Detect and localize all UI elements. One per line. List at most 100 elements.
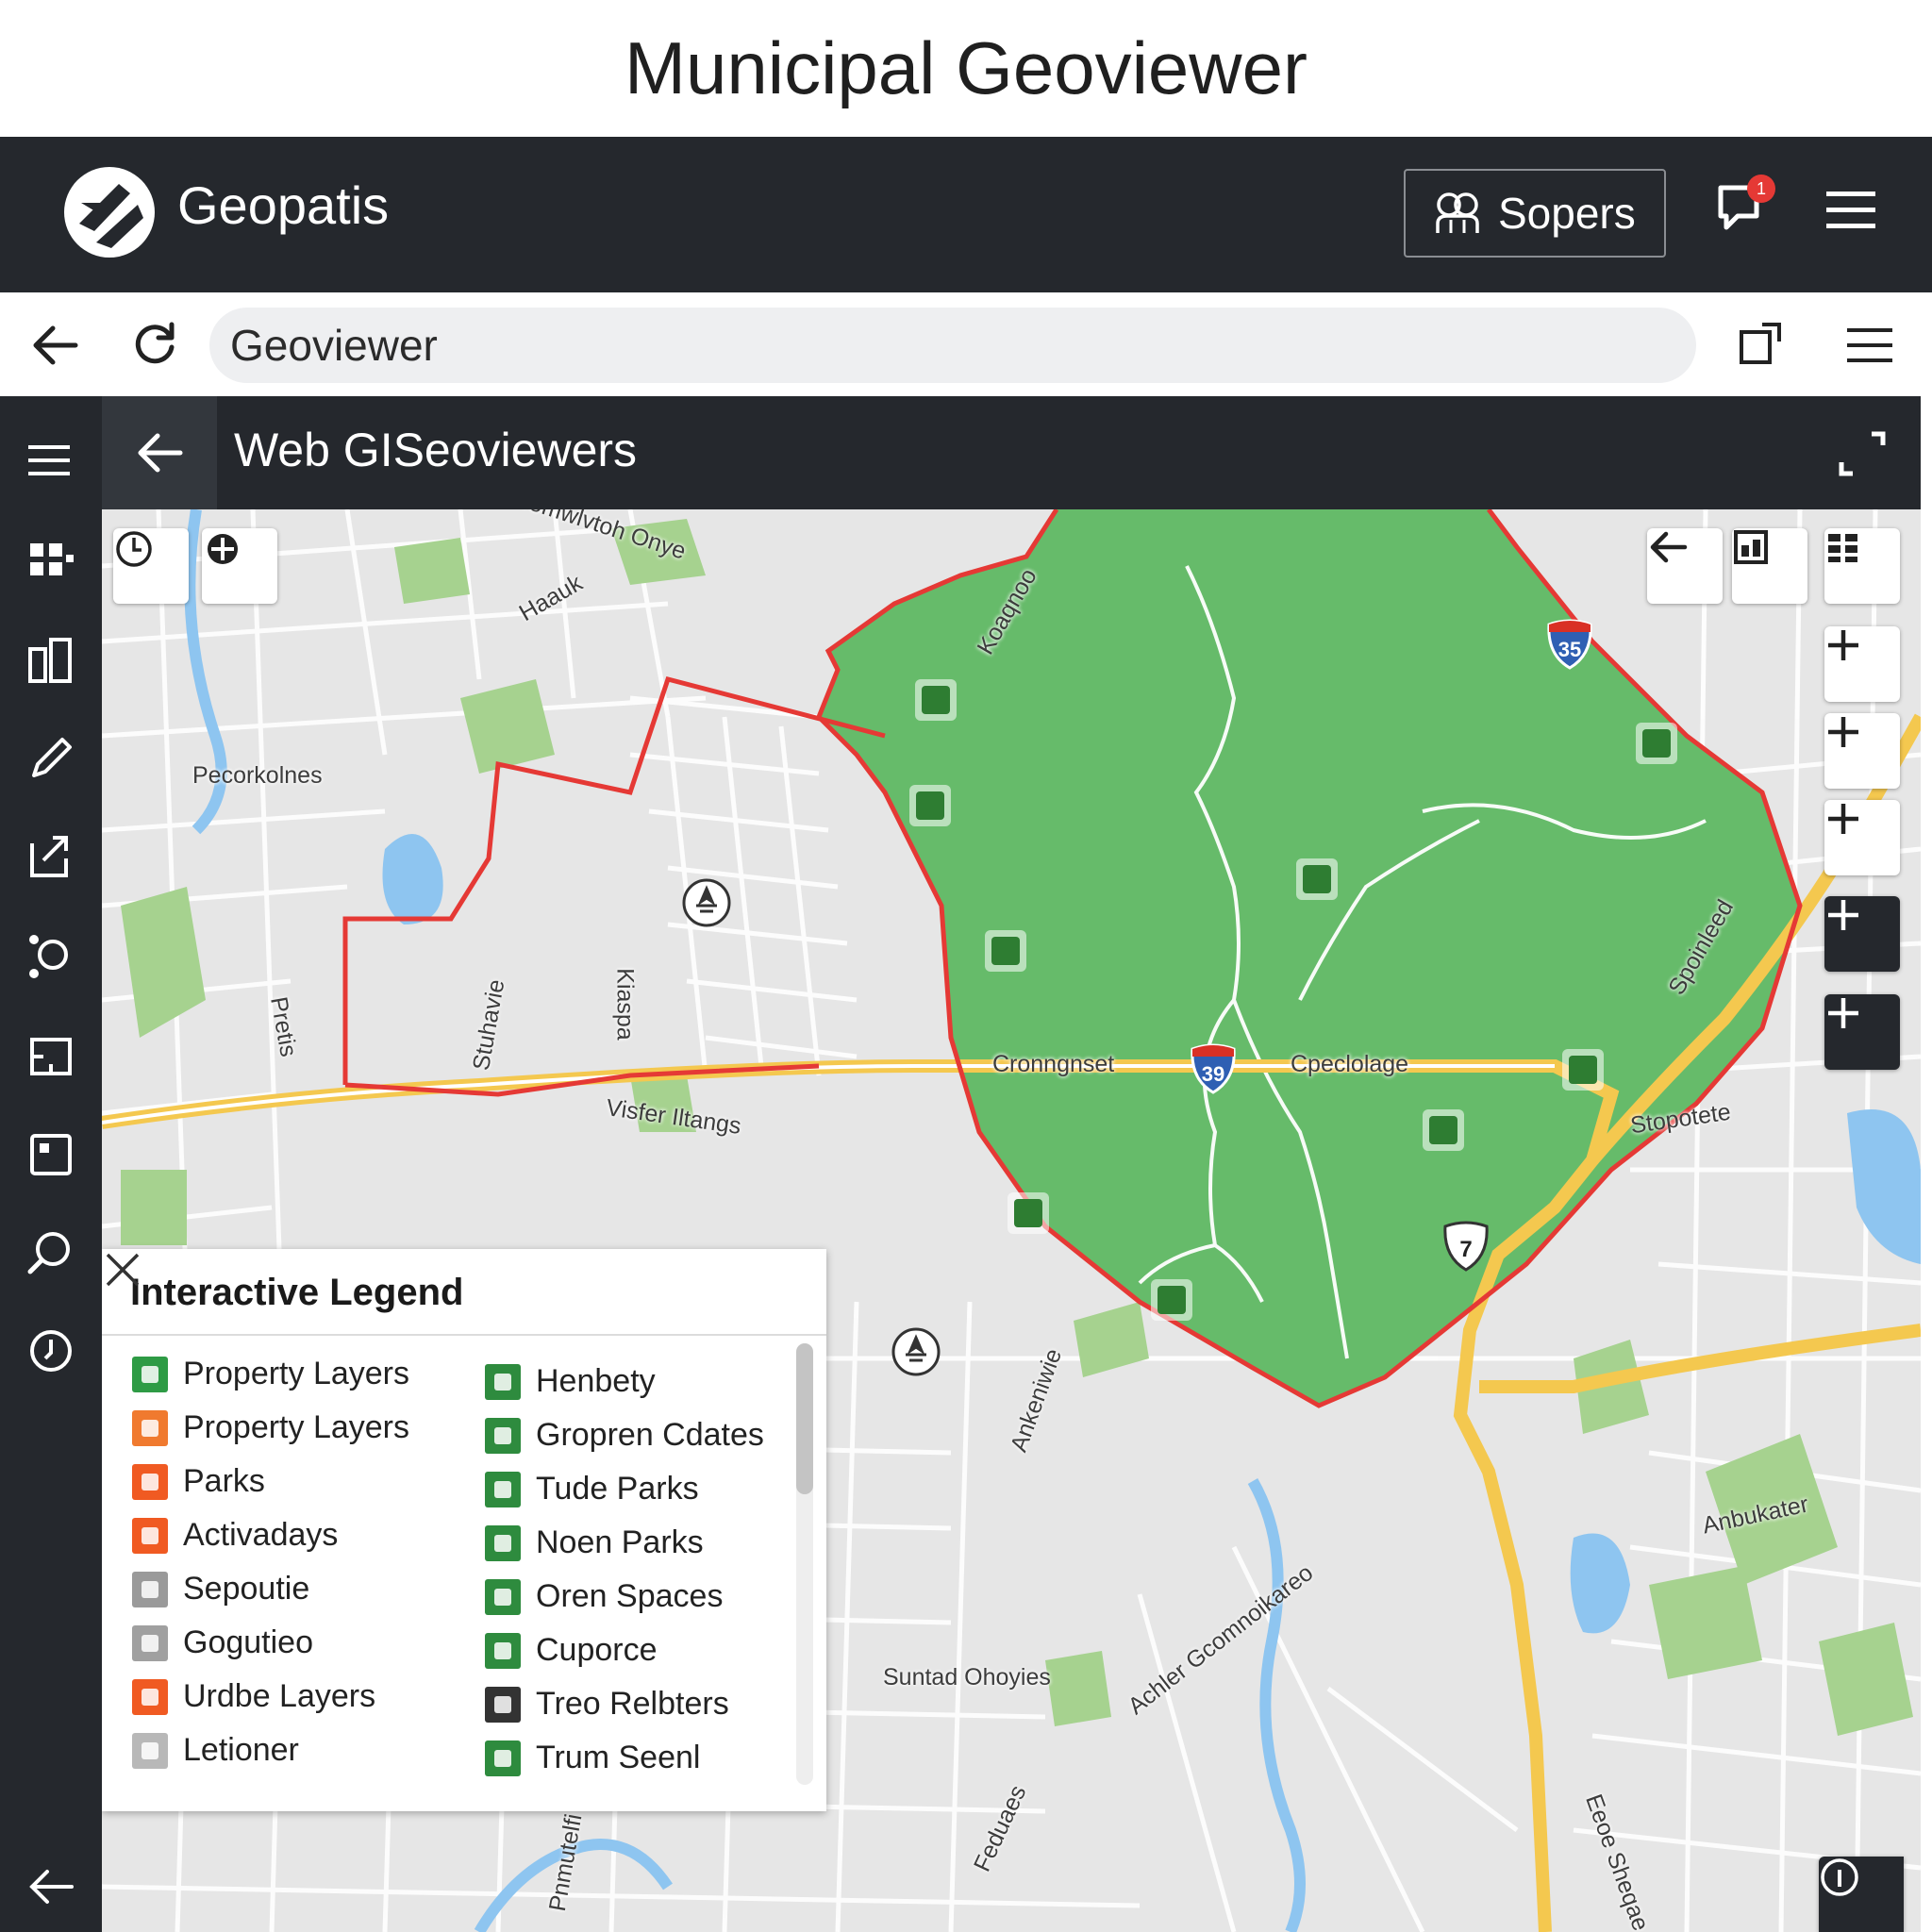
node-link-icon[interactable] — [25, 930, 77, 983]
park-marker-icon[interactable] — [1008, 1192, 1049, 1234]
pencil-icon[interactable] — [25, 732, 77, 785]
legend-item[interactable]: Noen Parks — [485, 1516, 764, 1570]
legend-item[interactable]: Parks — [132, 1455, 409, 1508]
landmark-marker-icon[interactable] — [891, 1326, 941, 1377]
address-bar[interactable]: Geoviewer — [209, 308, 1696, 383]
park-marker-icon[interactable] — [1562, 1049, 1604, 1091]
legend-swatch-icon — [132, 1571, 168, 1607]
legend-glyph — [494, 1695, 511, 1713]
app-header: Geopatis Sopers 1 — [0, 137, 1932, 292]
building-icon[interactable] — [25, 634, 77, 687]
hamburger-menu-icon[interactable] — [1824, 182, 1877, 239]
collapse-arrow-icon[interactable] — [25, 1860, 77, 1913]
park-marker-icon[interactable] — [985, 930, 1026, 972]
zoom-in-button[interactable] — [1824, 626, 1900, 702]
legend-item[interactable]: Letioner — [132, 1724, 409, 1777]
info-button[interactable] — [1819, 1857, 1904, 1932]
landmark-marker-icon[interactable] — [681, 877, 732, 928]
legend-glyph — [142, 1526, 158, 1544]
zoom-in-button[interactable] — [1824, 800, 1900, 875]
legend-glyph — [494, 1534, 511, 1552]
interstate-shield-icon: 35 — [1547, 619, 1592, 670]
page-title: Municipal Geoviewer — [0, 0, 1932, 137]
print-map-icon[interactable] — [25, 1128, 77, 1181]
close-icon[interactable] — [102, 1249, 143, 1291]
legend-item[interactable]: Sepoutie — [132, 1562, 409, 1616]
browser-menu-icon[interactable] — [1845, 323, 1894, 368]
back-arrow-icon — [138, 433, 183, 473]
legend-swatch-icon — [485, 1524, 521, 1561]
users-icon — [1436, 192, 1479, 233]
legend-item[interactable]: Oren Spaces — [485, 1570, 764, 1624]
park-marker-icon[interactable] — [1296, 858, 1338, 900]
layout-icon — [1734, 530, 1768, 564]
map-label: Suntad Ohoyies — [883, 1664, 1051, 1690]
park-marker-icon[interactable] — [1423, 1109, 1464, 1151]
legend-scrollbar[interactable] — [796, 1343, 813, 1785]
legend-swatch-icon — [132, 1463, 168, 1500]
legend-item[interactable]: Henbety — [485, 1355, 764, 1408]
info-icon — [1821, 1858, 1858, 1896]
park-marker-icon[interactable] — [1151, 1279, 1192, 1321]
legend-item[interactable]: Trum Seenl — [485, 1731, 764, 1785]
legend-glyph — [142, 1419, 158, 1437]
search-icon[interactable] — [25, 1226, 77, 1279]
legend-item[interactable]: Activadays — [132, 1508, 409, 1562]
map-label: Kiaspa — [611, 968, 639, 1041]
park-marker-icon[interactable] — [915, 679, 957, 721]
legend-swatch-icon — [485, 1363, 521, 1400]
map-locate-button[interactable] — [202, 528, 277, 604]
history-icon[interactable] — [25, 1324, 77, 1377]
map-back-button[interactable] — [1647, 528, 1723, 604]
sopers-button[interactable]: Sopers — [1404, 169, 1666, 258]
legend-item[interactable]: Property Layers — [132, 1347, 409, 1401]
interstate-shield-icon: 39 — [1191, 1043, 1236, 1094]
legend-glyph — [494, 1641, 511, 1659]
zoom-in-button[interactable] — [1824, 896, 1900, 972]
legend-glyph — [494, 1588, 511, 1606]
app-logo-icon[interactable] — [62, 165, 157, 259]
notification-badge: 1 — [1747, 175, 1775, 203]
legend-item[interactable]: Cuporce — [485, 1624, 764, 1677]
legend-glyph — [494, 1749, 511, 1767]
browser-toolbar: Geoviewer — [0, 292, 1932, 396]
shield-number: 39 — [1202, 1062, 1224, 1086]
legend-item[interactable]: Gogutieo — [132, 1616, 409, 1670]
panel-title: Web GISeoviewers — [234, 424, 638, 476]
legend-item[interactable]: Property Layers — [132, 1401, 409, 1455]
map-layout-button[interactable] — [1732, 528, 1807, 604]
legend-scrollbar-thumb[interactable] — [796, 1343, 813, 1494]
crosshair-icon — [208, 534, 238, 564]
measure-icon[interactable] — [25, 1030, 77, 1083]
legend-swatch-icon — [132, 1517, 168, 1554]
legend-glyph — [142, 1580, 158, 1598]
zoom-in-button[interactable] — [1824, 713, 1900, 789]
map-history-button[interactable] — [113, 528, 189, 604]
map-grid-button[interactable] — [1824, 528, 1900, 604]
park-marker-icon[interactable] — [909, 785, 951, 826]
plus-icon — [1828, 717, 1858, 747]
reload-icon[interactable] — [130, 319, 179, 368]
legend-item[interactable]: Tude Parks — [485, 1462, 764, 1516]
sidebar-menu-icon[interactable] — [25, 434, 77, 487]
legend-swatch-icon — [485, 1417, 521, 1454]
share-icon[interactable] — [25, 830, 77, 883]
legend-glyph — [494, 1373, 511, 1391]
zoom-in-button[interactable] — [1824, 994, 1900, 1070]
legend-item[interactable]: Urdbe Layers — [132, 1670, 409, 1724]
layers-grid-icon[interactable] — [25, 534, 77, 587]
legend-item[interactable]: Gropren Cdates — [485, 1408, 764, 1462]
extension-icon[interactable] — [1736, 319, 1785, 368]
panel-back-button[interactable] — [102, 396, 217, 509]
legend-swatch-icon — [485, 1632, 521, 1669]
expand-icon[interactable] — [1834, 425, 1890, 481]
legend-item[interactable]: Treo Relbters — [485, 1677, 764, 1731]
interactive-legend-panel: Interactive Legend Property Layers Prope… — [102, 1249, 826, 1811]
park-marker-icon[interactable] — [1636, 723, 1677, 764]
legend-glyph — [142, 1365, 158, 1383]
map-canvas[interactable]: Ncomwlvtoh Onye Haauk Pecorkolnes Stuhav… — [102, 509, 1921, 1932]
map-label: Cronngnset — [992, 1051, 1115, 1077]
plus-icon — [1828, 998, 1858, 1028]
legend-swatch-icon — [132, 1624, 168, 1661]
back-arrow-icon[interactable] — [28, 321, 81, 370]
